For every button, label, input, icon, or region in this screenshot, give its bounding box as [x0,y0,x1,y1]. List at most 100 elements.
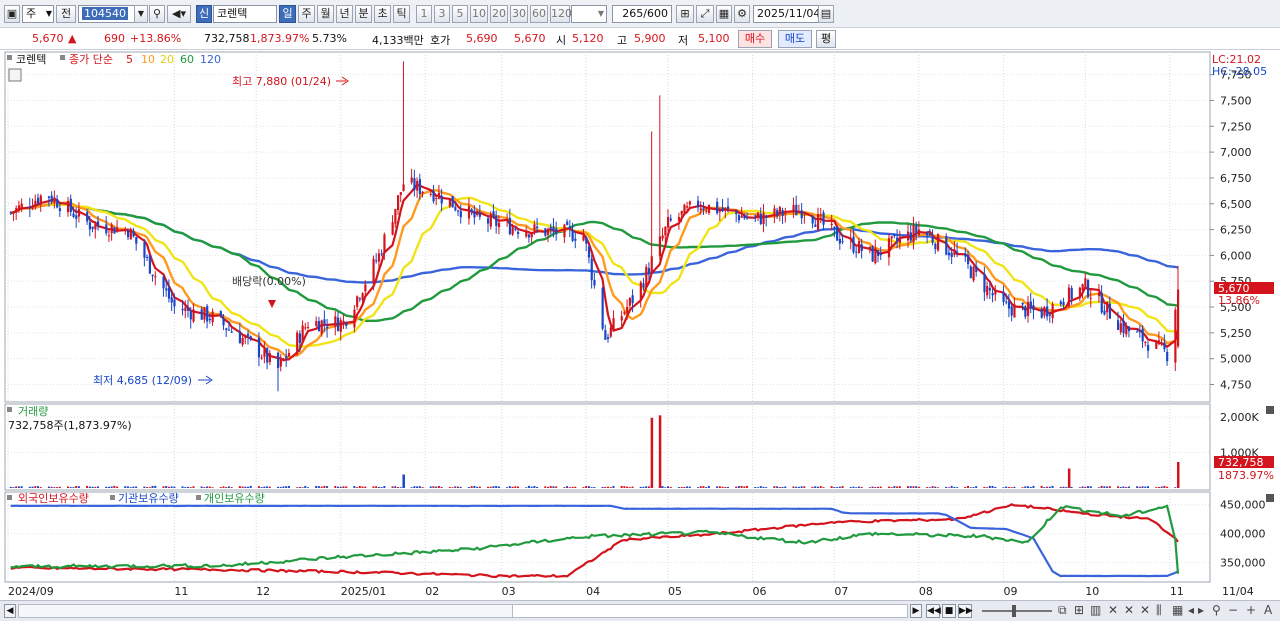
layout-split-icon[interactable]: ▥ [1090,603,1101,617]
interval-select[interactable]: ▼ [571,5,607,23]
period-tab-2[interactable]: 월 [317,5,334,23]
interval-button-10[interactable]: 10 [470,5,488,23]
chart-canvas[interactable]: 2024/09 11 12 2025/01 02 03 04 05 06 07 08 09 10 11 11… [0,50,1280,600]
candle-body [986,285,989,296]
panel-close-icon[interactable] [1266,494,1274,502]
grid-icon[interactable]: ▦ [1172,603,1183,617]
period-tab-6[interactable]: 틱 [393,5,410,23]
candle-body [852,236,855,253]
count-field[interactable]: 265/600 [612,5,672,23]
code-input[interactable]: 104540 [78,5,136,23]
new-badge: 신 [196,5,212,23]
prev-button[interactable]: 전 [56,5,76,23]
x-tick-label: 05 [668,585,682,598]
period-tab-0[interactable]: 일 [279,5,296,23]
sell-button[interactable]: 매도 [778,30,812,48]
low-annotation: 최저 4,685 (12/09) [93,374,192,387]
candle-body [740,215,743,218]
period-select[interactable]: 주 ▼ [22,5,54,23]
zoom-in-icon[interactable]: + [1246,603,1256,617]
candle-body [337,317,340,331]
volume-bar [631,486,634,488]
candle-body [56,199,59,208]
draw-tool-icon[interactable]: ⤢ [696,5,714,23]
grid-icon[interactable]: ▦ [716,5,732,23]
evaluate-button[interactable]: 평 [816,30,836,48]
rewind-icon[interactable]: ◀◀ [926,604,941,618]
candle-body [326,326,329,329]
scroll-thumb[interactable] [512,605,907,617]
interval-button-120[interactable]: 120 [550,5,572,23]
volume-bar [1002,487,1005,488]
volume-bar [530,486,533,488]
candle-body [841,241,844,243]
zoom-slider-thumb[interactable] [1012,605,1016,617]
zoom-icon[interactable]: ⚲ [1212,603,1221,617]
candle-body [658,236,662,257]
stock-name[interactable]: 코렌텍 [213,5,277,23]
cross-icon[interactable]: ✕ [1108,603,1118,617]
legend-marker-icon [7,407,12,412]
stock-chart[interactable]: 2024/09 11 12 2025/01 02 03 04 05 06 07 08 09 10 11 11… [0,50,1280,600]
search-icon[interactable]: ⚲ [149,5,165,23]
candle-body [375,260,378,262]
chart-type-icon[interactable]: ⊞ [1074,603,1084,617]
layout-icon[interactable]: ▣ [4,5,20,23]
buy-button[interactable]: 매수 [738,30,772,48]
interval-button-5[interactable]: 5 [452,5,468,23]
price-tick-label: 6,000 [1220,249,1252,262]
candle-body [1136,331,1139,333]
cross-icon[interactable]: ✕ [1140,603,1150,617]
candle-icon[interactable]: ⊞ [676,5,694,23]
interval-button-60[interactable]: 60 [530,5,548,23]
period-tab-4[interactable]: 분 [355,5,372,23]
split-vertical-icon[interactable]: ⫼ [1156,603,1162,618]
candle-body [707,204,711,213]
volume-bar [1007,487,1010,488]
volume-bar [506,487,509,488]
stop-icon[interactable]: ■ [942,604,956,618]
interval-button-1[interactable]: 1 [416,5,432,23]
candle-body [317,321,321,332]
zoom-slider[interactable] [982,605,1052,617]
interval-button-30[interactable]: 30 [510,5,528,23]
candle-body [394,209,397,224]
period-tab-5[interactable]: 초 [374,5,391,23]
candle-body [645,266,648,288]
copy-icon[interactable]: ⧉ [1058,603,1067,618]
calendar-icon[interactable]: ▤ [818,5,834,23]
panel-close-icon[interactable] [1266,406,1274,414]
volume-bar [230,487,233,488]
period-tab-3[interactable]: 년 [336,5,353,23]
legend-marker-icon [60,55,65,60]
interval-button-20[interactable]: 20 [490,5,508,23]
nav-left-icon[interactable]: ◂ [1188,603,1194,617]
volume-bar [315,485,318,488]
code-dropdown-button[interactable]: ▼ [134,5,148,23]
date-field[interactable]: 2025/11/04 [753,5,820,23]
candle-body [814,224,817,227]
volume-bar [492,486,495,488]
volume-bar [765,487,768,488]
candle-body [307,327,310,329]
scroll-right-icon[interactable]: ▶ [910,604,922,618]
sound-icon[interactable]: ◀▾ [167,5,191,23]
volume-bar [1065,487,1068,488]
play-icon[interactable]: ▶▶ [958,604,973,618]
candle-body [607,337,610,339]
candle-body [364,284,367,292]
scroll-track[interactable] [18,604,908,618]
cross-icon[interactable]: ✕ [1124,603,1134,617]
table-icon[interactable] [8,68,22,82]
font-size-icon[interactable]: A [1264,603,1272,617]
zoom-out-icon[interactable]: − [1228,603,1238,617]
candle-body [907,231,910,241]
interval-button-3[interactable]: 3 [434,5,450,23]
period-tab-1[interactable]: 주 [298,5,315,23]
settings-gear-icon[interactable]: ⚙ [734,5,750,23]
volume-bar [282,486,285,488]
candle-body [91,226,94,229]
nav-right-icon[interactable]: ▸ [1198,603,1204,617]
scroll-left-icon[interactable]: ◀ [4,604,16,618]
turnover-rate: 5.73% [312,32,347,45]
